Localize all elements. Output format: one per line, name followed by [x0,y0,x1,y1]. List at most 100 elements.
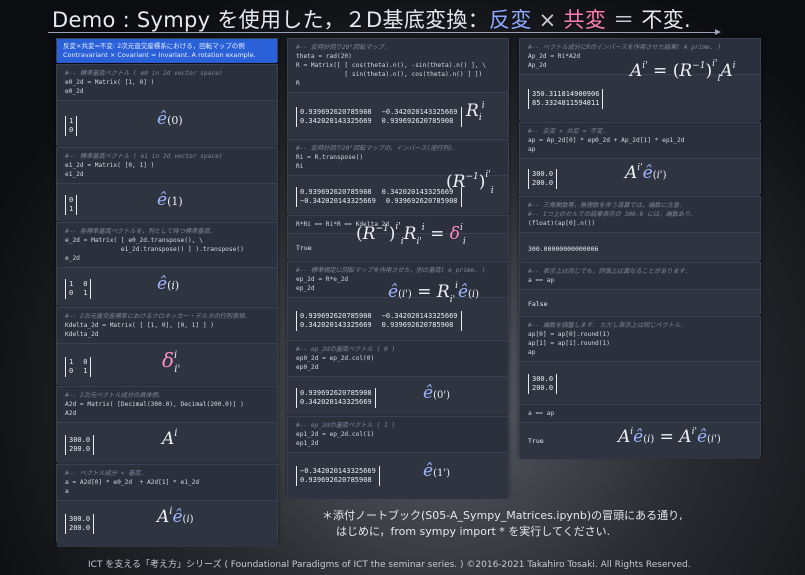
code-line: ep1_2d [296,440,319,447]
math-label: Rii [466,101,485,123]
col1-cell-5[interactable]: #-- 2次元ベクトル成分の具体例. A2d = Matrix( [Decima… [56,386,278,467]
code-input[interactable]: a == ap [520,405,760,422]
cell-output: True Aiê(i) = Ai'ê(i') [520,422,760,459]
code-comment: #-- ep_2dの基底ベクトル ( 1 ) [296,422,396,429]
code-line: e1_2d = Matrix( [0, 1] ) [65,162,155,169]
code-line: ap [528,349,536,356]
col3-cell-5[interactable]: #-- 端数を調整します. ただし表示上は同じベクトル. ap[0] = ap[… [519,316,761,406]
output-matrix: 0 1 [65,195,78,215]
matrix-cell: 0 [69,126,74,134]
col3-cell-6[interactable]: a == ap True Aiê(i) = Ai'ê(i') [519,404,761,459]
col3-cell-1[interactable]: #-- ベクトル成分にRのインバースを作用させた結果( A prime. ) A… [519,38,761,123]
code-comment: #-- 1つ上のセルでの結果表示の 300.0 には，端数あり. [528,211,694,218]
code-line: Ap_2d [528,62,547,69]
code-input[interactable]: #-- ベクトル成分 × 基底. a = A2d[0] * e0_2d + A2… [57,465,277,500]
code-input[interactable]: #-- 標準基底ベクトル ( e1 in 2d vector space) e1… [57,148,277,183]
col1-cell-3[interactable]: #-- 各標準基底ベクトルを，列として持つ標準基底. e_2d = Matrix… [56,222,278,310]
matrix-cell: 350.311814900906 [532,90,600,98]
col3-cell-2[interactable]: #-- 反変 × 共変 = 不変. ap = Ap_2d[0] * ep0_2d… [519,122,761,199]
code-input[interactable]: #-- ep_2dの基底ベクトル ( 0 ) ep0_2d = ep_2d.co… [288,341,508,376]
matrix-cell: 1 [69,280,74,288]
code-line: a = A2d[0] * e0_2d + A2d[1] * e1_2d [65,479,200,486]
code-line: e1_2d [65,171,84,178]
matrix-cell: 0.342020143325669 [381,188,454,196]
matrix-cell: −0.342020143325669 [381,108,458,116]
cell-output: 10 01 ê(i) [57,267,277,310]
output-matrix: 300.0 200.0 [528,374,558,394]
code-input[interactable]: #-- 標準基底ベクトル ( e0 in 2d vector space) e0… [57,65,277,100]
cell-output: 0 1 ê(1) [57,183,277,226]
code-input[interactable]: #-- 反時計回り20°回転マップの，インバース(逆行列). Ri = R.tr… [288,140,508,175]
output-matrix: 10 01 [65,357,92,377]
code-line: ep0_2d = ep_2d.col(0) [296,355,375,362]
cell-output: 0.939692620785908 −0.342020143325669 0.34… [288,92,508,141]
matrix-cell: 0.939692620785908 [381,320,454,329]
matrix-cell: 0.939692620785908 [300,476,372,484]
col2-cell-2[interactable]: #-- 反時計回り20°回転マップの，インバース(逆行列). Ri = R.tr… [287,139,509,218]
title-invariant: 不変. [641,8,691,32]
code-comment: #-- 2次元直交座標系におけるクロネッカー・デルタの行列表現. [65,313,249,320]
code-input[interactable]: #-- 反時計回り20°回転マップ. theta = rad(20) R = M… [288,39,508,92]
math-label: Ai' = (R−1)i'iAi [630,59,736,84]
output-matrix: 1 0 [65,116,78,136]
code-input[interactable]: #-- 2次元直交座標系におけるクロネッカー・デルタの行列表現. Kdelta_… [57,308,277,343]
matrix-cell: 1 [83,367,88,375]
cell-output: −0.342020143325669 0.939692620785908 ê(1… [288,452,508,499]
cell-output: True (R−1)i'iRi'i = δii [288,222,508,262]
col3-cell-4[interactable]: #-- 表示上は同じでも，評価上は異なることがあります. a == ap Fal… [519,262,761,318]
matrix-cell: 1 [69,358,74,366]
title-covariant: 共変 [563,8,607,32]
output-matrix: 0.939692620785908 0.342020143325669 −0.34… [296,187,462,207]
col2-cell-5[interactable]: #-- ep_2dの基底ベクトル ( 0 ) ep0_2d = ep_2d.co… [287,340,509,419]
col1-header: 反変×共変=不変: 2次元直交座標系における，回転マップの例 Contravar… [57,39,277,63]
code-line: a == ap [528,277,555,284]
cell-output: 350.311814900906 85.3324811594811 [520,74,760,123]
math-label: Ai'ê(i') [625,163,667,183]
output-matrix: 0.939692620785908 −0.342020143325669 0.34… [296,107,462,127]
title-underline [48,29,721,35]
code-input[interactable]: #-- 2次元ベクトル成分の具体例. A2d = Matrix( [Decima… [57,387,277,422]
col2-cell-6[interactable]: #-- ep_2dの基底ベクトル ( 1 ) ep1_2d = ep_2d.co… [287,416,509,499]
matrix-cell: 0.939692620785908 [385,197,458,205]
col1-cell-4[interactable]: #-- 2次元直交座標系におけるクロネッカー・デルタの行列表現. Kdelta_… [56,307,278,390]
code-input[interactable]: #-- 表示上は同じでも，評価上は異なることがあります. a == ap [520,263,760,289]
math-label: Aiê(i) = Ai'ê(i') [618,427,721,447]
code-comment: #-- 各標準基底ベクトルを，列として持つ標準基底. [65,228,214,235]
cell-output: 0.939692620785908 −0.342020143325669 0.34… [288,297,508,343]
code-line: Ri [296,163,304,170]
output-matrix: 0.939692620785908 0.342020143325669 [296,388,376,408]
col1-cell-6[interactable]: #-- ベクトル成分 × 基底. a = A2d[0] * e0_2d + A2… [56,464,278,547]
matrix-cell: 0.342020143325669 [300,320,372,329]
col2-cell-1[interactable]: #-- 反時計回り20°回転マップ. theta = rad(20) R = M… [287,38,509,141]
code-line: e_2d = Matrix( [ e0_2d.transpose(), \ [65,237,203,244]
col3-cell-3[interactable]: #-- 三角関数等，無理数を伴う演算では，端数に注意. #-- 1つ上のセルでの… [519,196,761,265]
cell-output: 300.0 200.0 Ai'ê(i') [520,158,760,199]
code-line: (float)(ap[0].n()) [528,220,596,227]
code-input[interactable]: #-- 反変 × 共変 = 不変. ap = Ap_2d[0] * ep0_2d… [520,123,760,158]
col1-cell-2[interactable]: #-- 標準基底ベクトル ( e1 in 2d vector space) e1… [56,147,278,226]
code-input[interactable]: #-- 三角関数等，無理数を伴う演算では，端数に注意. #-- 1つ上のセルでの… [520,197,760,232]
title-contravariant: 反変 [489,8,532,32]
code-input[interactable]: #-- 端数を調整します. ただし表示上は同じベクトル. ap[0] = ap[… [520,317,760,361]
output-text: 300.00000000000006 [528,245,599,253]
math-label: Ai [162,428,178,449]
matrix-cell: 200.0 [532,384,554,392]
output-matrix: 350.311814900906 85.3324811594811 [528,89,604,109]
code-line: ep_2d = R*e_2d [296,276,349,283]
matrix-cell: 0.939692620785908 [300,108,372,116]
code-line: ep0_2d [296,364,319,371]
col2-cell-3[interactable]: R*Ri == Ri*R == Kdelta_2d True (R−1)i'iR… [287,215,509,262]
cell-output: False [520,289,760,318]
code-line: Ap_2d = Ri*A2d [528,53,581,60]
matrix-cell: 1 [69,117,74,125]
cell-output: 0.939692620785908 0.342020143325669 ê(0'… [288,376,508,419]
code-comment: #-- 反時計回り20°回転マップ. [296,44,388,51]
cell-output: 300.0 200.0 Aiê(i) [57,500,277,547]
col1-cell-1[interactable]: #-- 標準基底ベクトル ( e0 in 2d vector space) e0… [56,64,278,151]
matrix-cell: 0.939692620785908 [300,311,372,320]
code-line: Kdelta_2d [65,331,99,338]
col2-cell-4[interactable]: #-- 標準規定に回転マップを作用させた，別の基底( e prime. ) ep… [287,261,509,343]
code-input[interactable]: #-- ep_2dの基底ベクトル ( 1 ) ep1_2d = ep_2d.co… [288,417,508,452]
code-input[interactable]: #-- 各標準基底ベクトルを，列として持つ標準基底. e_2d = Matrix… [57,223,277,267]
code-line: e_2d [65,255,80,262]
